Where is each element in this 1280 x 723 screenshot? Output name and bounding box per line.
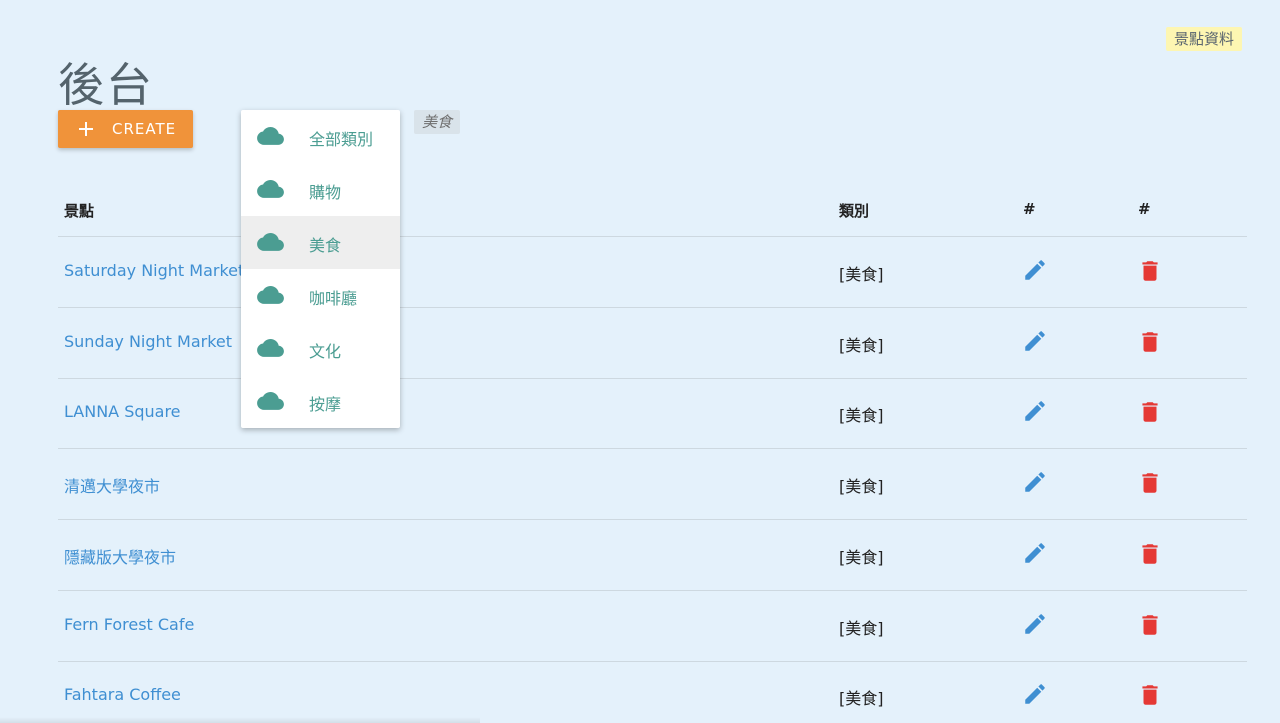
menu-item-label: 購物 xyxy=(309,183,342,202)
spot-category: [美食] xyxy=(839,477,884,497)
trash-icon xyxy=(1142,261,1158,281)
edit-button[interactable] xyxy=(1022,681,1048,707)
pencil-icon xyxy=(1025,684,1045,704)
edit-button[interactable] xyxy=(1022,611,1048,637)
edit-button[interactable] xyxy=(1022,328,1048,354)
pencil-icon xyxy=(1025,330,1045,351)
create-button-label: CREATE xyxy=(112,120,177,138)
menu-item-label: 美食 xyxy=(309,236,342,255)
table-row: 隱藏版大學夜市 [美食] xyxy=(58,520,1247,591)
menu-item-0[interactable]: 全部類別 xyxy=(241,110,400,163)
cloud-icon xyxy=(257,392,284,410)
table-row: Fahtara Coffee [美食] xyxy=(58,661,1247,723)
trash-icon xyxy=(1142,402,1158,423)
menu-item-2[interactable]: 美食 xyxy=(241,216,400,269)
spot-category: [美食] xyxy=(839,406,884,426)
table-row: 清邁大學夜市 [美食] xyxy=(58,449,1247,521)
spot-category: [美食] xyxy=(839,265,884,284)
trash-icon xyxy=(1142,544,1158,564)
category-dropdown-menu: 全部類別 購物 美食 咖啡廳 文化 按摩 xyxy=(241,110,400,428)
trash-icon xyxy=(1142,473,1158,493)
menu-item-label: 按摩 xyxy=(309,395,342,414)
menu-item-label: 咖啡廳 xyxy=(309,289,358,308)
create-button[interactable]: CREATE xyxy=(58,110,193,148)
table-row: LANNA Square [美食] xyxy=(58,378,1247,450)
menu-item-label: 全部類別 xyxy=(309,130,374,149)
plus-icon xyxy=(79,122,93,136)
cloud-icon xyxy=(257,286,284,304)
menu-item-3[interactable]: 咖啡廳 xyxy=(241,269,400,322)
spot-name-link[interactable]: Saturday Night Market xyxy=(64,261,244,280)
delete-button[interactable] xyxy=(1137,399,1163,425)
cloud-icon xyxy=(257,180,284,198)
pencil-icon xyxy=(1025,260,1045,280)
active-filter-chip[interactable]: 美食 xyxy=(414,110,461,134)
trash-icon xyxy=(1142,614,1158,635)
table-row: Fern Forest Cafe [美食] xyxy=(58,591,1247,662)
delete-button[interactable] xyxy=(1137,612,1163,638)
column-header-delete: # xyxy=(1138,200,1151,218)
menu-item-label: 文化 xyxy=(309,342,342,361)
cloud-icon xyxy=(257,233,284,251)
edit-button[interactable] xyxy=(1022,398,1048,424)
table-row: Sunday Night Market [美食] xyxy=(58,308,1247,379)
spot-category: [美食] xyxy=(839,689,884,709)
table-header: 景點 類別 # # xyxy=(58,186,1247,237)
spot-name-link[interactable]: LANNA Square xyxy=(64,402,181,421)
column-header-category: 類別 xyxy=(839,202,870,220)
trash-icon xyxy=(1142,331,1158,352)
column-header-spot: 景點 xyxy=(64,202,95,220)
trash-icon xyxy=(1142,685,1158,705)
menu-item-5[interactable]: 按摩 xyxy=(241,375,400,428)
spot-category: [美食] xyxy=(839,618,884,638)
page-title: 後台 xyxy=(58,57,154,112)
column-header-edit: # xyxy=(1023,200,1036,218)
bottom-shadow xyxy=(0,717,480,723)
cloud-icon xyxy=(257,127,284,145)
admin-page: 後台 景點資料 CREATE 美食 景點 類別 # # Saturday Nig… xyxy=(0,0,1280,723)
spot-name-link[interactable]: 隱藏版大學夜市 xyxy=(64,544,176,568)
section-badge: 景點資料 xyxy=(1166,27,1243,51)
menu-item-1[interactable]: 購物 xyxy=(241,163,400,216)
delete-button[interactable] xyxy=(1137,329,1163,355)
edit-button[interactable] xyxy=(1022,257,1048,283)
pencil-icon xyxy=(1025,543,1045,563)
pencil-icon xyxy=(1025,472,1045,492)
spot-category: [美食] xyxy=(839,335,884,355)
spot-name-link[interactable]: 清邁大學夜市 xyxy=(64,473,160,497)
pencil-icon xyxy=(1025,401,1045,422)
delete-button[interactable] xyxy=(1137,682,1163,708)
table-row: Saturday Night Market [美食] xyxy=(58,237,1247,308)
edit-button[interactable] xyxy=(1022,469,1048,495)
pencil-icon xyxy=(1025,613,1045,634)
spot-name-link[interactable]: Fern Forest Cafe xyxy=(64,615,194,634)
delete-button[interactable] xyxy=(1137,541,1163,567)
edit-button[interactable] xyxy=(1022,540,1048,566)
spot-name-link[interactable]: Sunday Night Market xyxy=(64,332,232,351)
delete-button[interactable] xyxy=(1137,470,1163,496)
menu-item-4[interactable]: 文化 xyxy=(241,322,400,375)
spot-category: [美食] xyxy=(839,547,884,567)
spot-name-link[interactable]: Fahtara Coffee xyxy=(64,685,181,704)
delete-button[interactable] xyxy=(1137,258,1163,284)
cloud-icon xyxy=(257,339,284,357)
